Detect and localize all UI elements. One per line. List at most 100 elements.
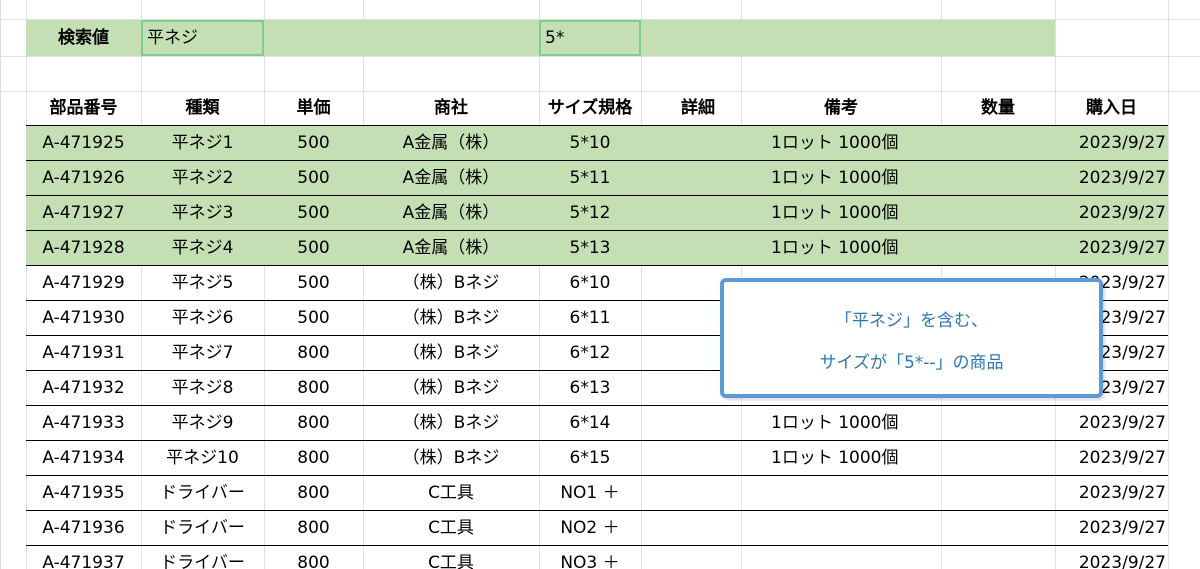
header-size[interactable]: サイズ規格: [539, 91, 641, 125]
header-part-no[interactable]: 部品番号: [26, 91, 141, 125]
cell-trading-company[interactable]: C工具: [363, 511, 539, 545]
cell-size[interactable]: 6*13: [539, 371, 641, 405]
cell-trading-company[interactable]: （株）Bネジ: [363, 406, 539, 440]
cell-part-no[interactable]: A-471936: [26, 511, 141, 545]
keyword-search-cell[interactable]: 平ネジ: [141, 20, 264, 56]
spreadsheet[interactable]: 検索値 平ネジ 5* 部品番号 種類 単価 商社 サイズ規格 詳細 備考 数量 …: [0, 0, 1200, 569]
cell-unit-price[interactable]: 800: [264, 511, 363, 545]
table-row[interactable]: A-471934 平ネジ10 800 （株）Bネジ 6*15 1ロット 1000個 2023…: [26, 441, 1168, 476]
cell-type[interactable]: 平ネジ2: [141, 161, 264, 195]
cell-quantity[interactable]: [941, 231, 1055, 265]
cell-note[interactable]: 1ロット 1000個: [741, 441, 941, 475]
table-row[interactable]: A-471925 平ネジ1 500 A金属（株） 5*10 1ロット 1000個 2023/…: [26, 126, 1168, 161]
cell-type[interactable]: 平ネジ7: [141, 336, 264, 370]
cell-purchase-date[interactable]: 2023/9/27: [1055, 231, 1168, 265]
table-row[interactable]: A-471927 平ネジ3 500 A金属（株） 5*12 1ロット 1000個 2023/…: [26, 196, 1168, 231]
cell-detail[interactable]: [641, 231, 741, 265]
cell-type[interactable]: 平ネジ6: [141, 301, 264, 335]
cell-part-no[interactable]: A-471937: [26, 546, 141, 569]
header-note[interactable]: 備考: [741, 91, 941, 125]
cell-note[interactable]: 1ロット 1000個: [741, 406, 941, 440]
cell-detail[interactable]: [641, 161, 741, 195]
cell-note[interactable]: 1ロット 1000個: [741, 196, 941, 230]
cell-trading-company[interactable]: C工具: [363, 546, 539, 569]
cell-part-no[interactable]: A-471931: [26, 336, 141, 370]
cell-type[interactable]: 平ネジ3: [141, 196, 264, 230]
cell-size[interactable]: 5*10: [539, 126, 641, 160]
cell-purchase-date[interactable]: 2023/9/27: [1055, 476, 1168, 510]
cell-type[interactable]: ドライバー: [141, 511, 264, 545]
cell-note[interactable]: [741, 476, 941, 510]
cell-part-no[interactable]: A-471934: [26, 441, 141, 475]
cell-detail[interactable]: [641, 196, 741, 230]
table-row[interactable]: A-471937 ドライバー 800 C工具 NO3 ＋ 2023/9/27: [26, 546, 1168, 569]
cell-size[interactable]: 5*11: [539, 161, 641, 195]
cell-trading-company[interactable]: （株）Bネジ: [363, 441, 539, 475]
cell-note[interactable]: [741, 511, 941, 545]
cell-part-no[interactable]: A-471927: [26, 196, 141, 230]
table-row[interactable]: A-471936 ドライバー 800 C工具 NO2 ＋ 2023/9/27: [26, 511, 1168, 546]
cell-detail[interactable]: [641, 126, 741, 160]
cell-unit-price[interactable]: 800: [264, 371, 363, 405]
cell-type[interactable]: 平ネジ4: [141, 231, 264, 265]
header-unit-price[interactable]: 単価: [264, 91, 363, 125]
cell-part-no[interactable]: A-471935: [26, 476, 141, 510]
cell-part-no[interactable]: A-471928: [26, 231, 141, 265]
table-row[interactable]: A-471926 平ネジ2 500 A金属（株） 5*11 1ロット 1000個 2023/…: [26, 161, 1168, 196]
cell-trading-company[interactable]: （株）Bネジ: [363, 301, 539, 335]
cell-quantity[interactable]: [941, 546, 1055, 569]
cell-type[interactable]: 平ネジ10: [141, 441, 264, 475]
cell-note[interactable]: 1ロット 1000個: [741, 231, 941, 265]
cell-unit-price[interactable]: 500: [264, 301, 363, 335]
cell-unit-price[interactable]: 800: [264, 336, 363, 370]
cell-unit-price[interactable]: 500: [264, 126, 363, 160]
header-trading-company[interactable]: 商社: [363, 91, 539, 125]
cell-trading-company[interactable]: （株）Bネジ: [363, 336, 539, 370]
cell-part-no[interactable]: A-471926: [26, 161, 141, 195]
cell-detail[interactable]: [641, 441, 741, 475]
cell-unit-price[interactable]: 500: [264, 266, 363, 300]
cell-unit-price[interactable]: 500: [264, 231, 363, 265]
cell-quantity[interactable]: [941, 196, 1055, 230]
annotation-callout[interactable]: 「平ネジ」を含む、 サイズが「5*--」の商品: [720, 278, 1103, 398]
cell-trading-company[interactable]: A金属（株）: [363, 196, 539, 230]
cell-trading-company[interactable]: （株）Bネジ: [363, 371, 539, 405]
cell-trading-company[interactable]: （株）Bネジ: [363, 266, 539, 300]
cell-trading-company[interactable]: A金属（株）: [363, 231, 539, 265]
cell-unit-price[interactable]: 500: [264, 161, 363, 195]
cell-type[interactable]: 平ネジ9: [141, 406, 264, 440]
cell-purchase-date[interactable]: 2023/9/27: [1055, 161, 1168, 195]
cell-size[interactable]: 6*14: [539, 406, 641, 440]
cell-size[interactable]: NO3 ＋: [539, 546, 641, 569]
cell-part-no[interactable]: A-471929: [26, 266, 141, 300]
cell-quantity[interactable]: [941, 406, 1055, 440]
cell-type[interactable]: 平ネジ1: [141, 126, 264, 160]
cell-size[interactable]: 6*15: [539, 441, 641, 475]
cell-quantity[interactable]: [941, 161, 1055, 195]
cell-purchase-date[interactable]: 2023/9/27: [1055, 126, 1168, 160]
table-row[interactable]: A-471933 平ネジ9 800 （株）Bネジ 6*14 1ロット 1000個 2023/…: [26, 406, 1168, 441]
cell-detail[interactable]: [641, 406, 741, 440]
cell-quantity[interactable]: [941, 476, 1055, 510]
cell-detail[interactable]: [641, 476, 741, 510]
size-search-cell[interactable]: 5*: [539, 20, 641, 56]
cell-size[interactable]: 6*10: [539, 266, 641, 300]
cell-trading-company[interactable]: A金属（株）: [363, 161, 539, 195]
cell-part-no[interactable]: A-471930: [26, 301, 141, 335]
cell-size[interactable]: 6*11: [539, 301, 641, 335]
header-type[interactable]: 種類: [141, 91, 264, 125]
cell-quantity[interactable]: [941, 441, 1055, 475]
cell-unit-price[interactable]: 800: [264, 441, 363, 475]
cell-purchase-date[interactable]: 2023/9/27: [1055, 196, 1168, 230]
cell-size[interactable]: NO2 ＋: [539, 511, 641, 545]
cell-note[interactable]: [741, 546, 941, 569]
cell-trading-company[interactable]: A金属（株）: [363, 126, 539, 160]
cell-unit-price[interactable]: 500: [264, 196, 363, 230]
cell-note[interactable]: 1ロット 1000個: [741, 161, 941, 195]
cell-quantity[interactable]: [941, 126, 1055, 160]
cell-size[interactable]: NO1 ＋: [539, 476, 641, 510]
cell-note[interactable]: 1ロット 1000個: [741, 126, 941, 160]
cell-purchase-date[interactable]: 2023/9/27: [1055, 406, 1168, 440]
cell-trading-company[interactable]: C工具: [363, 476, 539, 510]
cell-unit-price[interactable]: 800: [264, 406, 363, 440]
